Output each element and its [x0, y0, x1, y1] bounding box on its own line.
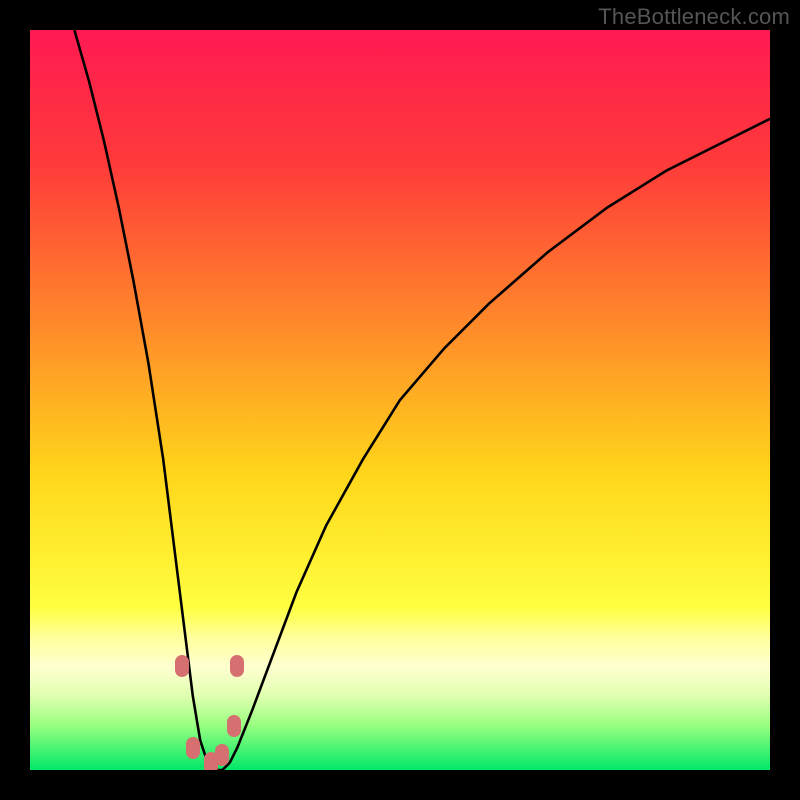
data-marker — [230, 655, 244, 677]
plot-area — [30, 30, 770, 770]
data-marker — [175, 655, 189, 677]
data-marker — [186, 737, 200, 759]
chart-frame: TheBottleneck.com — [0, 0, 800, 800]
data-marker — [215, 744, 229, 766]
data-marker — [227, 715, 241, 737]
curve-layer — [30, 30, 770, 770]
watermark-text: TheBottleneck.com — [598, 4, 790, 30]
